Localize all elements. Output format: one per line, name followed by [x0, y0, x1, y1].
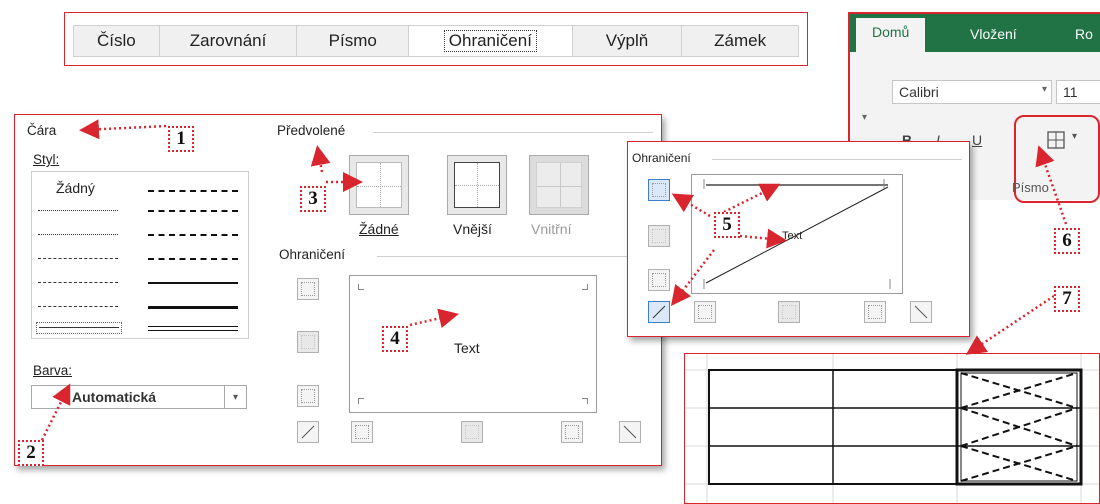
arrow-3b — [310, 145, 331, 173]
callout-badge-6: 6 — [1054, 228, 1080, 254]
callout-badge-1: 1 — [168, 126, 194, 152]
arrow-5a — [671, 193, 711, 218]
annotation-arrows — [40, 119, 1068, 441]
callout-badge-7: 7 — [1054, 286, 1080, 312]
arrow-1 — [79, 119, 167, 140]
callout-badge-5: 5 — [714, 212, 740, 238]
arrow-7 — [965, 294, 1055, 355]
arrow-5c — [739, 228, 787, 249]
callout-badge-3: 3 — [300, 186, 326, 212]
arrow-5d — [670, 249, 715, 306]
arrow-5b — [723, 183, 781, 214]
callout-badge-2: 2 — [18, 440, 44, 466]
arrow-4 — [409, 308, 459, 329]
arrow-2 — [40, 383, 71, 441]
arrow-6 — [1035, 145, 1068, 225]
callout-badge-4: 4 — [382, 326, 408, 352]
